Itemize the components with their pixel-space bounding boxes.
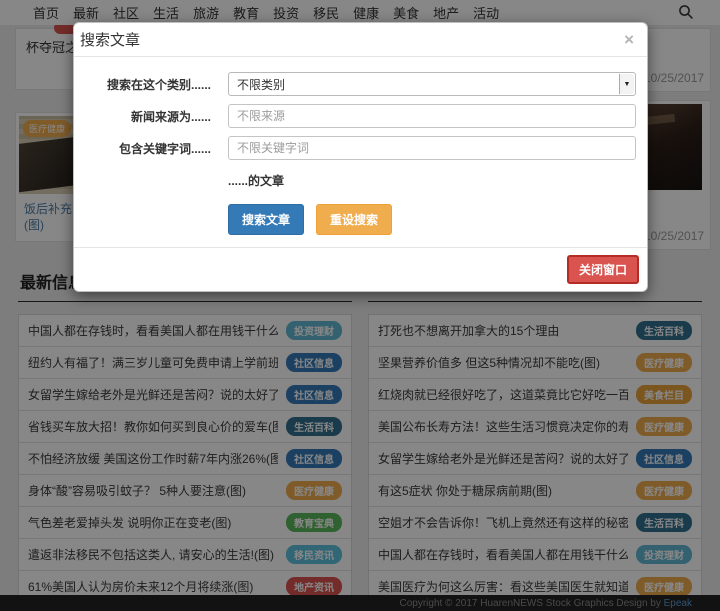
modal-footer: 关闭窗口: [74, 247, 647, 291]
close-icon[interactable]: ×: [624, 31, 634, 48]
search-articles-button[interactable]: 搜索文章: [228, 204, 305, 235]
keywords-input[interactable]: [228, 136, 636, 160]
source-label: 新闻来源为......: [130, 109, 211, 124]
search-articles-modal: 搜索文章 × 搜索在这个类别...... 不限类别 ▼ 新闻来源为......: [73, 22, 648, 292]
modal-body: 搜索在这个类别...... 不限类别 ▼ 新闻来源为...... 包含关键字词.…: [74, 57, 647, 247]
category-label: 搜索在这个类别......: [106, 77, 211, 92]
source-input[interactable]: [228, 104, 636, 128]
articles-suffix-text: ......的文章: [228, 174, 285, 188]
modal-header: 搜索文章 ×: [74, 23, 647, 57]
close-window-button[interactable]: 关闭窗口: [566, 255, 639, 284]
chevron-down-icon[interactable]: ▼: [619, 74, 634, 94]
category-select-value: 不限类别: [237, 77, 286, 92]
category-select[interactable]: 不限类别 ▼: [228, 72, 636, 96]
modal-title: 搜索文章: [80, 32, 141, 49]
reset-search-button[interactable]: 重设搜索: [316, 204, 393, 235]
page: 杯夺冠之 医疗健康 饭后补充 (图) 芬兰华 10/25/2017 房比率 10…: [0, 0, 720, 611]
keywords-label: 包含关键字词......: [118, 141, 211, 156]
